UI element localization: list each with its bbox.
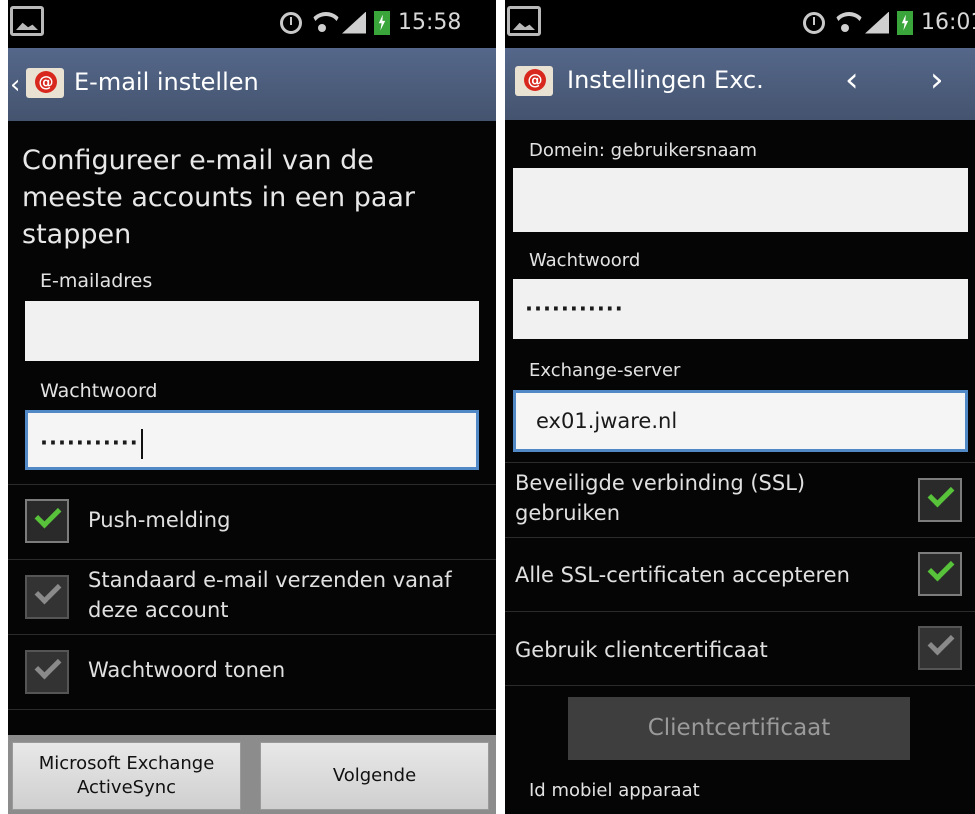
accept-certs-checkbox[interactable] xyxy=(918,552,962,596)
previous-chevron-icon[interactable]: ‹ xyxy=(845,60,859,100)
status-icons: 16:01 xyxy=(803,10,975,35)
back-chevron-icon[interactable]: ‹ xyxy=(10,70,20,100)
email-label: E-mailadres xyxy=(40,270,153,292)
default-account-label: Standaard e-mail verzenden vanaf deze ac… xyxy=(88,568,452,622)
divider xyxy=(505,537,975,538)
accept-certs-label: Alle SSL-certificaten accepteren xyxy=(515,563,850,587)
divider xyxy=(8,484,496,485)
password-label: Wachtwoord xyxy=(529,250,641,271)
device-id-label: Id mobiel apparaat xyxy=(529,780,700,801)
divider xyxy=(8,634,496,635)
password-input[interactable]: ··········· xyxy=(513,279,968,339)
show-password-label: Wachtwoord tonen xyxy=(88,658,286,682)
exchange-server-label: Exchange-server xyxy=(529,360,681,381)
client-certificate-button[interactable]: Clientcertificaat xyxy=(568,697,910,760)
status-icons: 15:58 xyxy=(280,10,461,35)
default-account-checkbox[interactable] xyxy=(25,575,69,619)
show-password-checkbox[interactable] xyxy=(25,650,69,694)
wifi-icon xyxy=(310,12,334,34)
divider xyxy=(505,611,975,612)
wifi-icon xyxy=(833,12,857,34)
status-bar: 16:01 xyxy=(505,0,975,48)
alarm-icon xyxy=(803,11,825,34)
action-bar: ‹ E-mail instellen xyxy=(8,48,496,121)
action-bar: Instellingen Exc. ‹ › xyxy=(505,48,975,120)
email-setup-screen: 15:58 ‹ E-mail instellen Configureer e-m… xyxy=(8,0,496,814)
exchange-activesync-button[interactable]: Microsoft Exchange ActiveSync xyxy=(12,742,241,810)
checkmark-icon xyxy=(927,628,955,656)
divider xyxy=(505,462,975,463)
alarm-icon xyxy=(280,11,302,34)
password-value: ··········· xyxy=(40,431,139,455)
password-label: Wachtwoord xyxy=(40,380,158,402)
signal-icon xyxy=(865,11,889,34)
text-caret xyxy=(140,429,143,459)
exchange-server-input[interactable]: ex01.jware.nl xyxy=(513,390,968,452)
push-checkbox[interactable] xyxy=(25,499,69,543)
email-app-icon[interactable] xyxy=(515,66,553,96)
status-time: 16:01 xyxy=(921,10,975,35)
password-value: ··········· xyxy=(525,297,624,321)
push-label: Push-melding xyxy=(88,508,231,532)
checkmark-icon xyxy=(34,652,62,680)
checkmark-icon xyxy=(34,577,62,605)
next-button[interactable]: Volgende xyxy=(260,742,489,810)
page-title: E-mail instellen xyxy=(74,68,259,96)
setup-heading: Configureer e-mail van de meeste account… xyxy=(22,145,416,250)
exchange-settings-screen: 16:01 Instellingen Exc. ‹ › Domein: gebr… xyxy=(505,0,975,814)
ssl-checkbox[interactable] xyxy=(918,478,962,522)
domain-username-input[interactable] xyxy=(513,168,968,232)
password-input[interactable]: ··········· xyxy=(25,410,479,470)
gallery-notification-icon xyxy=(507,6,541,36)
client-cert-label: Gebruik clientcertificaat xyxy=(515,638,768,662)
checkmark-icon xyxy=(34,501,62,529)
battery-charging-icon xyxy=(897,10,913,35)
email-app-icon[interactable] xyxy=(26,68,64,98)
checkmark-icon xyxy=(927,480,955,508)
divider xyxy=(8,559,496,560)
status-time: 15:58 xyxy=(398,10,462,35)
checkmark-icon xyxy=(927,554,955,582)
battery-charging-icon xyxy=(374,10,390,35)
next-chevron-icon[interactable]: › xyxy=(930,60,944,100)
client-cert-checkbox[interactable] xyxy=(918,626,962,670)
ssl-label: Beveiligde verbinding (SSL) gebruiken xyxy=(515,471,806,525)
signal-icon xyxy=(342,11,366,34)
domain-username-label: Domein: gebruikersnaam xyxy=(529,140,758,161)
status-bar: 15:58 xyxy=(8,0,496,48)
page-title: Instellingen Exc. xyxy=(567,66,764,94)
divider xyxy=(505,685,975,686)
divider xyxy=(8,709,496,710)
gallery-notification-icon xyxy=(10,6,44,36)
email-input[interactable] xyxy=(25,301,479,361)
